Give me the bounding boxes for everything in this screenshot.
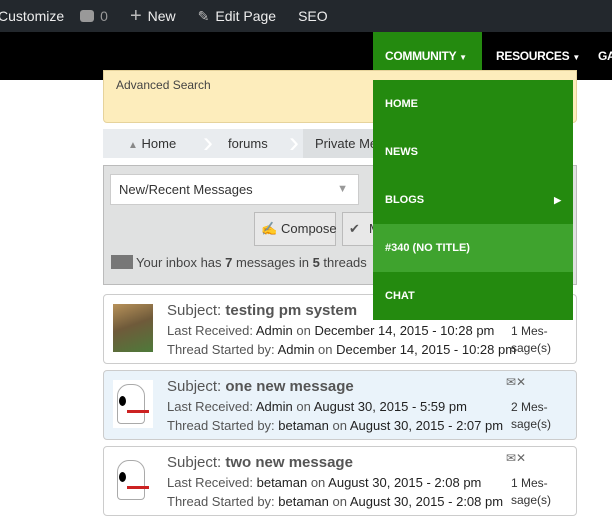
- breadcrumb-home[interactable]: ▲ Home: [128, 129, 176, 158]
- admin-bar: Customize 0 + New ✎ Edit Page SEO: [0, 0, 612, 32]
- subject: Subject: testing pm system: [167, 302, 358, 319]
- avatar: [113, 380, 153, 428]
- message-row[interactable]: Subject: one new message Last Received: A…: [103, 370, 577, 440]
- breadcrumb-separator: ›: [203, 126, 213, 159]
- subject: Subject: one new message: [167, 378, 354, 395]
- message-count: 1 Mes-sage(s): [511, 476, 552, 507]
- message-count: 1 Mes-sage(s): [511, 324, 552, 355]
- chevron-down-icon: ▼: [337, 183, 348, 195]
- message-row[interactable]: Subject: two new message Last Received: b…: [103, 446, 577, 516]
- last-received: Last Received: Admin on December 14, 201…: [167, 323, 495, 338]
- delete-message-icon[interactable]: ✉✕: [506, 451, 526, 465]
- last-received: Last Received: Admin on August 30, 2015 …: [167, 399, 467, 414]
- comment-icon: [80, 10, 95, 22]
- community-dropdown: HOME NEWS BLOGS ▶ #340 (NO TITLE) CHAT: [373, 80, 573, 320]
- menu-item-news[interactable]: NEWS: [373, 128, 573, 176]
- caret-down-icon: ▼: [459, 53, 467, 62]
- compose-button[interactable]: ✍ Compose: [254, 212, 337, 246]
- menu-item-340[interactable]: #340 (NO TITLE): [373, 224, 573, 272]
- caret-right-icon: ▶: [554, 195, 561, 205]
- customize-link[interactable]: Customize: [0, 8, 64, 24]
- inbox-status: Your inbox has 7 messages in 5 threads: [111, 255, 367, 270]
- breadcrumb: ▲ Home › forums › Private Me: [103, 126, 403, 159]
- breadcrumb-separator: ›: [289, 126, 299, 159]
- compose-icon: ✍: [261, 221, 278, 236]
- folder-select[interactable]: New/Recent Messages ▼: [110, 174, 359, 205]
- subject-link[interactable]: one new message: [225, 378, 353, 395]
- subject: Subject: two new message: [167, 454, 353, 471]
- avatar: [113, 456, 153, 504]
- caret-down-icon: ▼: [572, 53, 580, 62]
- last-received: Last Received: betaman on August 30, 201…: [167, 475, 482, 490]
- menu-item-home[interactable]: HOME: [373, 80, 573, 128]
- delete-message-icon[interactable]: ✉✕: [506, 375, 526, 389]
- subject-link[interactable]: testing pm system: [225, 302, 357, 319]
- home-icon: ▲: [128, 140, 138, 151]
- edit-page-link[interactable]: ✎ Edit Page: [198, 8, 282, 25]
- advanced-search-link[interactable]: Advanced Search: [116, 78, 211, 92]
- menu-item-blogs[interactable]: BLOGS ▶: [373, 176, 573, 224]
- pencil-icon: ✎: [197, 7, 210, 24]
- nav-ga[interactable]: GA: [598, 32, 612, 80]
- seo-link[interactable]: SEO: [298, 8, 328, 24]
- plus-icon: +: [129, 4, 142, 27]
- thread-started: Thread Started by: betaman on August 30,…: [167, 418, 504, 433]
- comments-link[interactable]: 0: [80, 8, 114, 24]
- new-link[interactable]: + New: [130, 5, 182, 28]
- breadcrumb-forums[interactable]: forums: [228, 129, 268, 158]
- thread-started: Thread Started by: Admin on December 14,…: [167, 342, 517, 357]
- menu-item-chat[interactable]: CHAT: [373, 272, 573, 320]
- envelope-icon: [111, 255, 133, 269]
- subject-link[interactable]: two new message: [225, 454, 353, 471]
- message-count: 2 Mes-sage(s): [511, 400, 552, 431]
- check-envelope-icon: ✔: [349, 221, 360, 236]
- avatar: [113, 304, 153, 352]
